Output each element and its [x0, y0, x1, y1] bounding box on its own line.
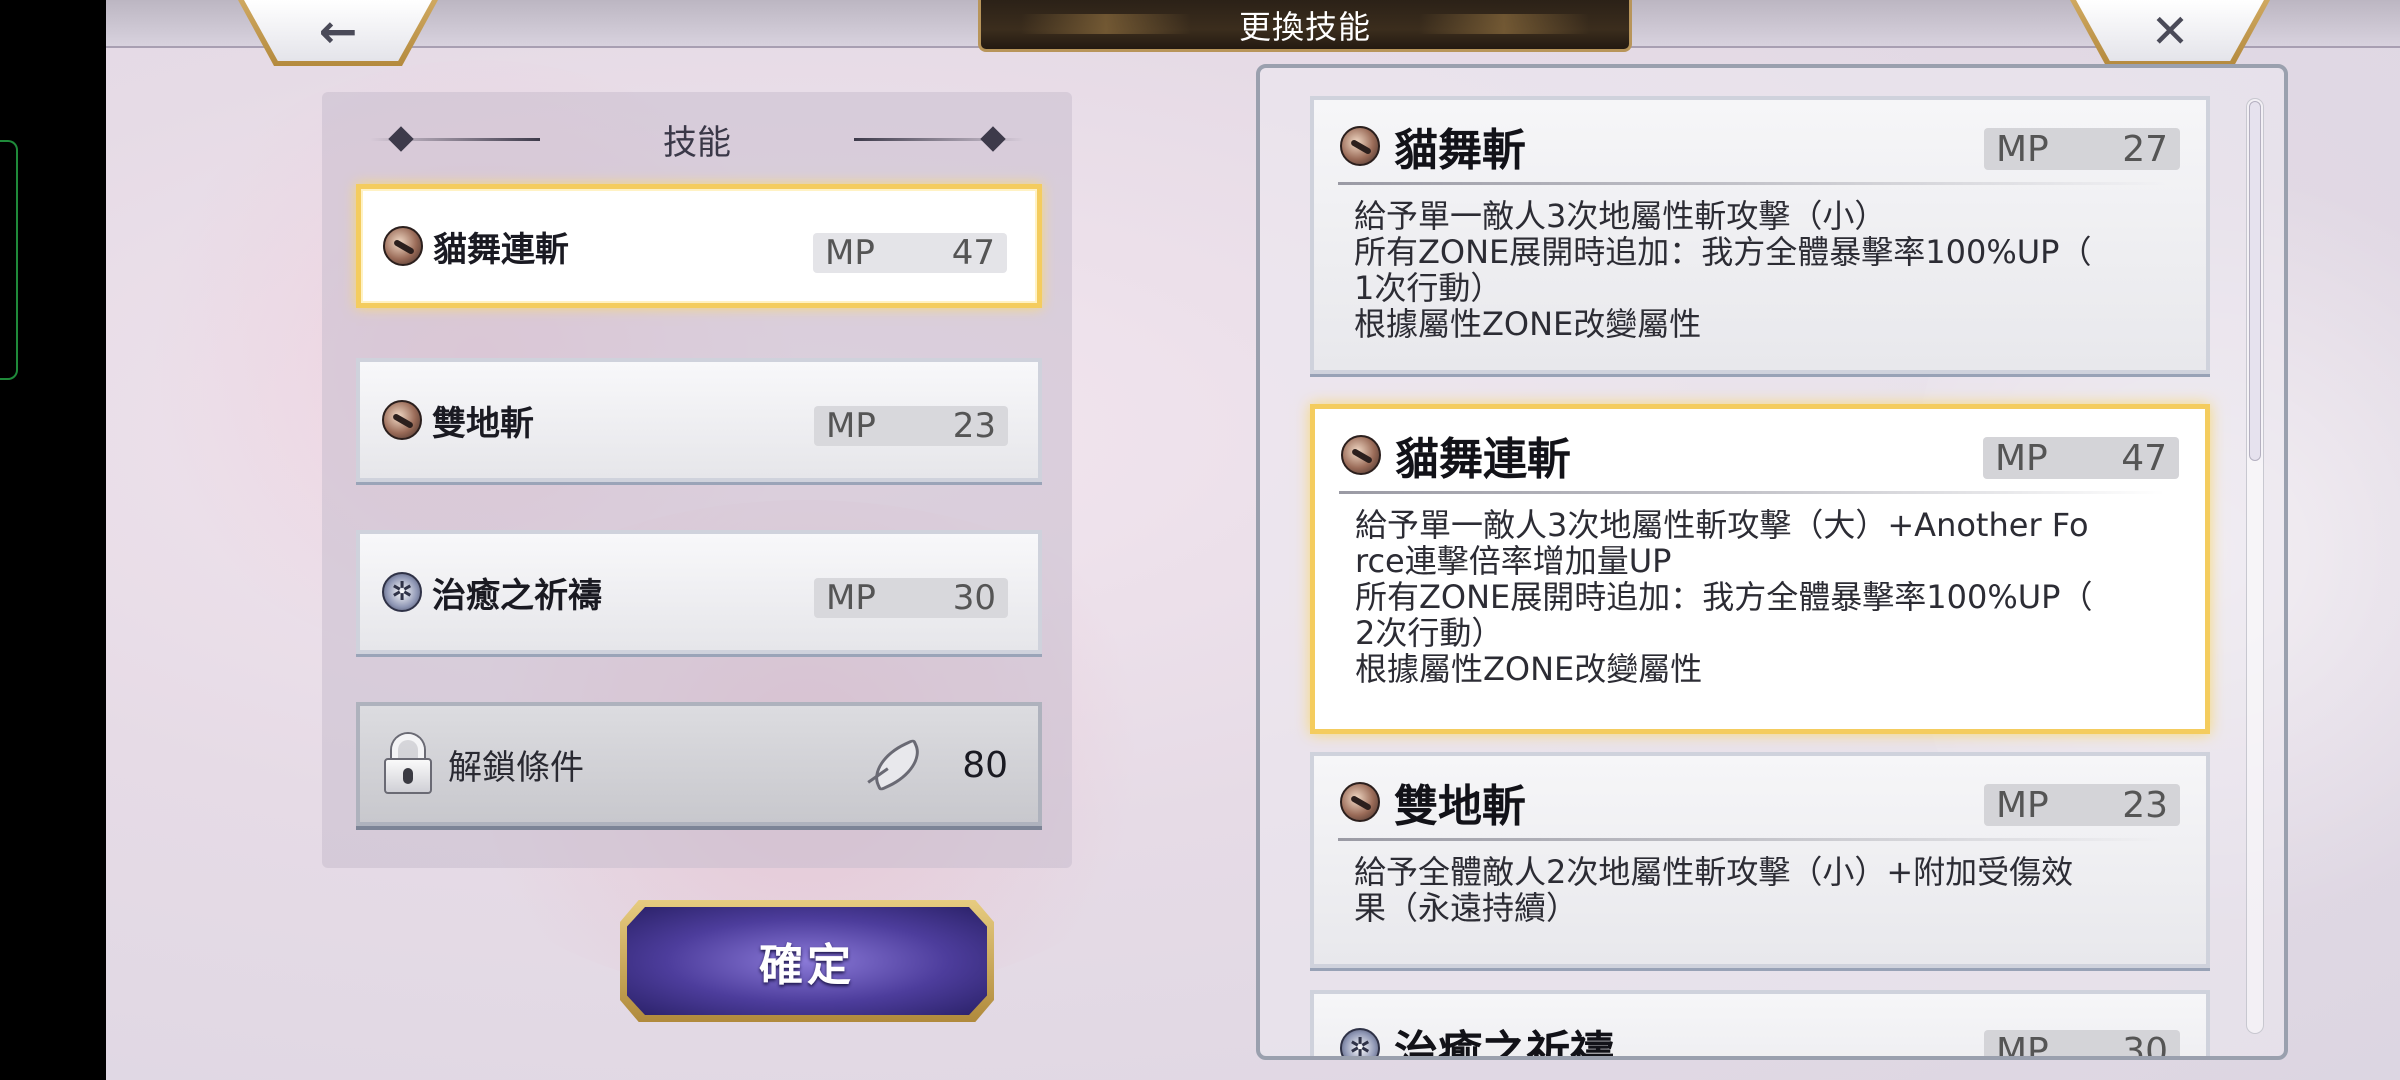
- mp-cost: MP 30: [1984, 1030, 2180, 1060]
- unlock-cost: 80: [866, 744, 1008, 786]
- divider: [1338, 838, 2166, 841]
- skill-card[interactable]: 貓舞斬 MP 27 給予單一敵人3次地屬性斬攻擊（小） 所有ZONE展開時追加：…: [1310, 96, 2210, 374]
- skill-orb-icon: [383, 226, 423, 266]
- section-header: 技能: [322, 114, 1072, 164]
- skill-name: 雙地斬: [1394, 781, 1526, 832]
- scrollbar-thumb[interactable]: [2249, 101, 2261, 461]
- divider: [1339, 491, 2165, 494]
- skill-orb-icon: [1341, 435, 1381, 475]
- description-line: 給予單一敵人3次地屬性斬攻擊（小）: [1354, 197, 1887, 235]
- description-line: 給予全體敵人2次地屬性斬攻擊（小）+附加受傷效: [1354, 853, 2074, 891]
- mp-label: MP: [826, 406, 876, 446]
- mp-value: 47: [951, 233, 995, 273]
- skill-slot-1[interactable]: 貓舞連斬 MP 47: [356, 184, 1042, 308]
- equipped-skills-panel: 技能 貓舞連斬 MP 47 雙地斬 MP 23 ✲ 治癒之祈禱 MP 30 解鎖…: [322, 92, 1072, 868]
- mp-cost: MP 27: [1984, 128, 2180, 170]
- scrollbar[interactable]: [2246, 98, 2264, 1034]
- skill-name: 治癒之祈禱: [1394, 1027, 1614, 1060]
- skill-slot-2[interactable]: 雙地斬 MP 23: [356, 358, 1042, 482]
- unlock-cost-value: 80: [962, 744, 1008, 786]
- back-arrow-icon: ←: [318, 3, 358, 58]
- divider: [854, 138, 1024, 141]
- skill-description: 給予單一敵人3次地屬性斬攻擊（大）+Another Fo rce連擊倍率增加量U…: [1355, 507, 2165, 687]
- mp-cost: MP 23: [1984, 784, 2180, 826]
- locked-skill-slot[interactable]: 解鎖條件 80: [356, 702, 1042, 826]
- description-line: 2次行動）: [1355, 614, 1504, 652]
- skill-star-icon: ✲: [382, 572, 422, 612]
- description-line: 果（永遠持續）: [1354, 889, 1579, 927]
- description-line: rce連擊倍率增加量UP: [1355, 542, 1672, 580]
- mp-label: MP: [1996, 784, 2049, 826]
- mp-value: 23: [2122, 784, 2168, 826]
- mp-label: MP: [1996, 128, 2049, 170]
- feather-icon: [866, 744, 918, 786]
- skill-card[interactable]: ✲ 治癒之祈禱 MP 30: [1310, 990, 2210, 1060]
- unlock-condition-label: 解鎖條件: [448, 747, 584, 788]
- skill-description: 給予全體敵人2次地屬性斬攻擊（小）+附加受傷效 果（永遠持續）: [1354, 854, 2166, 926]
- skill-name: 貓舞連斬: [1395, 434, 1571, 485]
- divider: [1338, 182, 2166, 185]
- mp-value: 27: [2122, 128, 2168, 170]
- letterbox-left: [0, 0, 106, 1080]
- confirm-button[interactable]: 確定: [620, 900, 994, 1022]
- skill-slot-3[interactable]: ✲ 治癒之祈禱 MP 30: [356, 530, 1042, 654]
- mp-value: 30: [2122, 1030, 2168, 1060]
- skill-description: 給予單一敵人3次地屬性斬攻擊（小） 所有ZONE展開時追加：我方全體暴擊率100…: [1354, 198, 2166, 342]
- skill-orb-icon: [382, 400, 422, 440]
- back-button[interactable]: ←: [238, 0, 438, 66]
- mp-label: MP: [1995, 437, 2048, 479]
- skill-name: 貓舞連斬: [433, 229, 569, 270]
- skill-orb-icon: [1340, 782, 1380, 822]
- mp-cost: MP 47: [1983, 437, 2179, 479]
- mp-label: MP: [1996, 1030, 2049, 1060]
- description-line: 所有ZONE展開時追加：我方全體暴擊率100%UP（: [1355, 578, 2093, 616]
- mp-value: 23: [952, 406, 996, 446]
- skill-name: 雙地斬: [432, 403, 534, 444]
- mp-cost: MP 23: [814, 406, 1008, 446]
- skill-card-selected[interactable]: 貓舞連斬 MP 47 給予單一敵人3次地屬性斬攻擊（大）+Another Fo …: [1310, 404, 2210, 734]
- skill-name: 貓舞斬: [1394, 125, 1526, 176]
- skill-card[interactable]: 雙地斬 MP 23 給予全體敵人2次地屬性斬攻擊（小）+附加受傷效 果（永遠持續…: [1310, 752, 2210, 968]
- description-line: 根據屬性ZONE改變屬性: [1354, 305, 1702, 343]
- mp-value: 30: [952, 578, 996, 618]
- close-button[interactable]: ✕: [2070, 0, 2270, 66]
- description-line: 根據屬性ZONE改變屬性: [1355, 650, 1703, 688]
- skill-list-panel[interactable]: 貓舞斬 MP 27 給予單一敵人3次地屬性斬攻擊（小） 所有ZONE展開時追加：…: [1256, 64, 2288, 1060]
- page-title: 更換技能: [1238, 7, 1371, 46]
- section-title: 技能: [663, 122, 731, 163]
- edge-indicator: [0, 140, 18, 380]
- mp-label: MP: [826, 578, 876, 618]
- mp-cost: MP 30: [814, 578, 1008, 618]
- skill-name: 治癒之祈禱: [432, 575, 602, 616]
- title-plate: 更換技能: [978, 0, 1632, 52]
- close-icon: ✕: [2150, 3, 2190, 58]
- description-line: 1次行動）: [1354, 269, 1503, 307]
- skill-star-icon: ✲: [1340, 1028, 1380, 1056]
- skill-change-screen: ← 更換技能 ✕ 技能 貓舞連斬 MP 47 雙地斬 MP 23 ✲ 治癒之祈禱…: [106, 0, 2400, 1080]
- lock-icon: [382, 734, 434, 794]
- confirm-label: 確定: [759, 940, 855, 991]
- mp-value: 47: [2121, 437, 2167, 479]
- mp-label: MP: [825, 233, 875, 273]
- description-line: 所有ZONE展開時追加：我方全體暴擊率100%UP（: [1354, 233, 2092, 271]
- divider-ornament: [388, 126, 414, 152]
- description-line: 給予單一敵人3次地屬性斬攻擊（大）+Another Fo: [1355, 506, 2089, 544]
- skill-orb-icon: [1340, 126, 1380, 166]
- mp-cost: MP 47: [813, 233, 1007, 273]
